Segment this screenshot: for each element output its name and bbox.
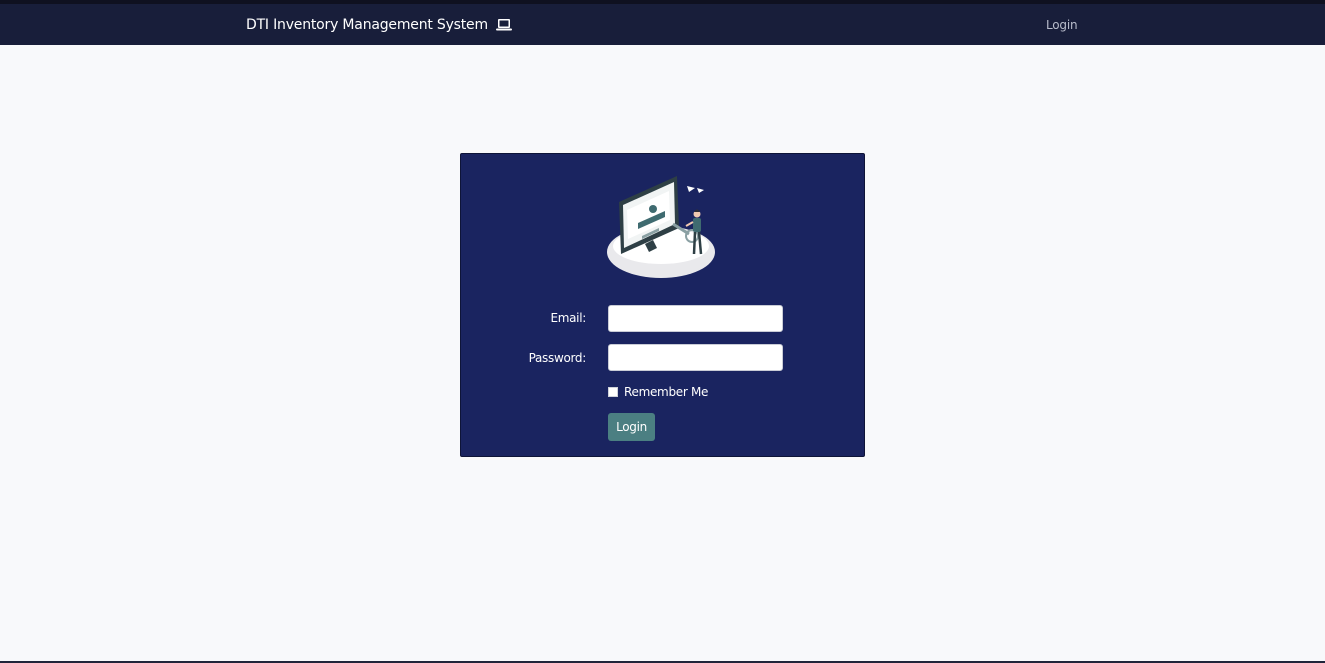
remember-me-label: Remember Me <box>624 385 709 399</box>
brand-title: DTI Inventory Management System <box>246 16 488 33</box>
password-field[interactable] <box>608 344 783 371</box>
login-card: Email: Password: Remember Me Login <box>460 153 865 457</box>
remember-me: Remember Me <box>608 385 708 399</box>
navbar: DTI Inventory Management System Login <box>0 4 1325 45</box>
email-field[interactable] <box>608 305 783 332</box>
laptop-icon <box>495 18 513 32</box>
nav-login-link[interactable]: Login <box>1046 4 1078 45</box>
login-button[interactable]: Login <box>608 413 655 441</box>
password-label: Password: <box>528 351 587 365</box>
remember-me-checkbox[interactable] <box>608 387 618 397</box>
email-label: Email: <box>550 311 586 325</box>
brand[interactable]: DTI Inventory Management System <box>246 4 513 45</box>
login-illustration <box>607 176 715 278</box>
